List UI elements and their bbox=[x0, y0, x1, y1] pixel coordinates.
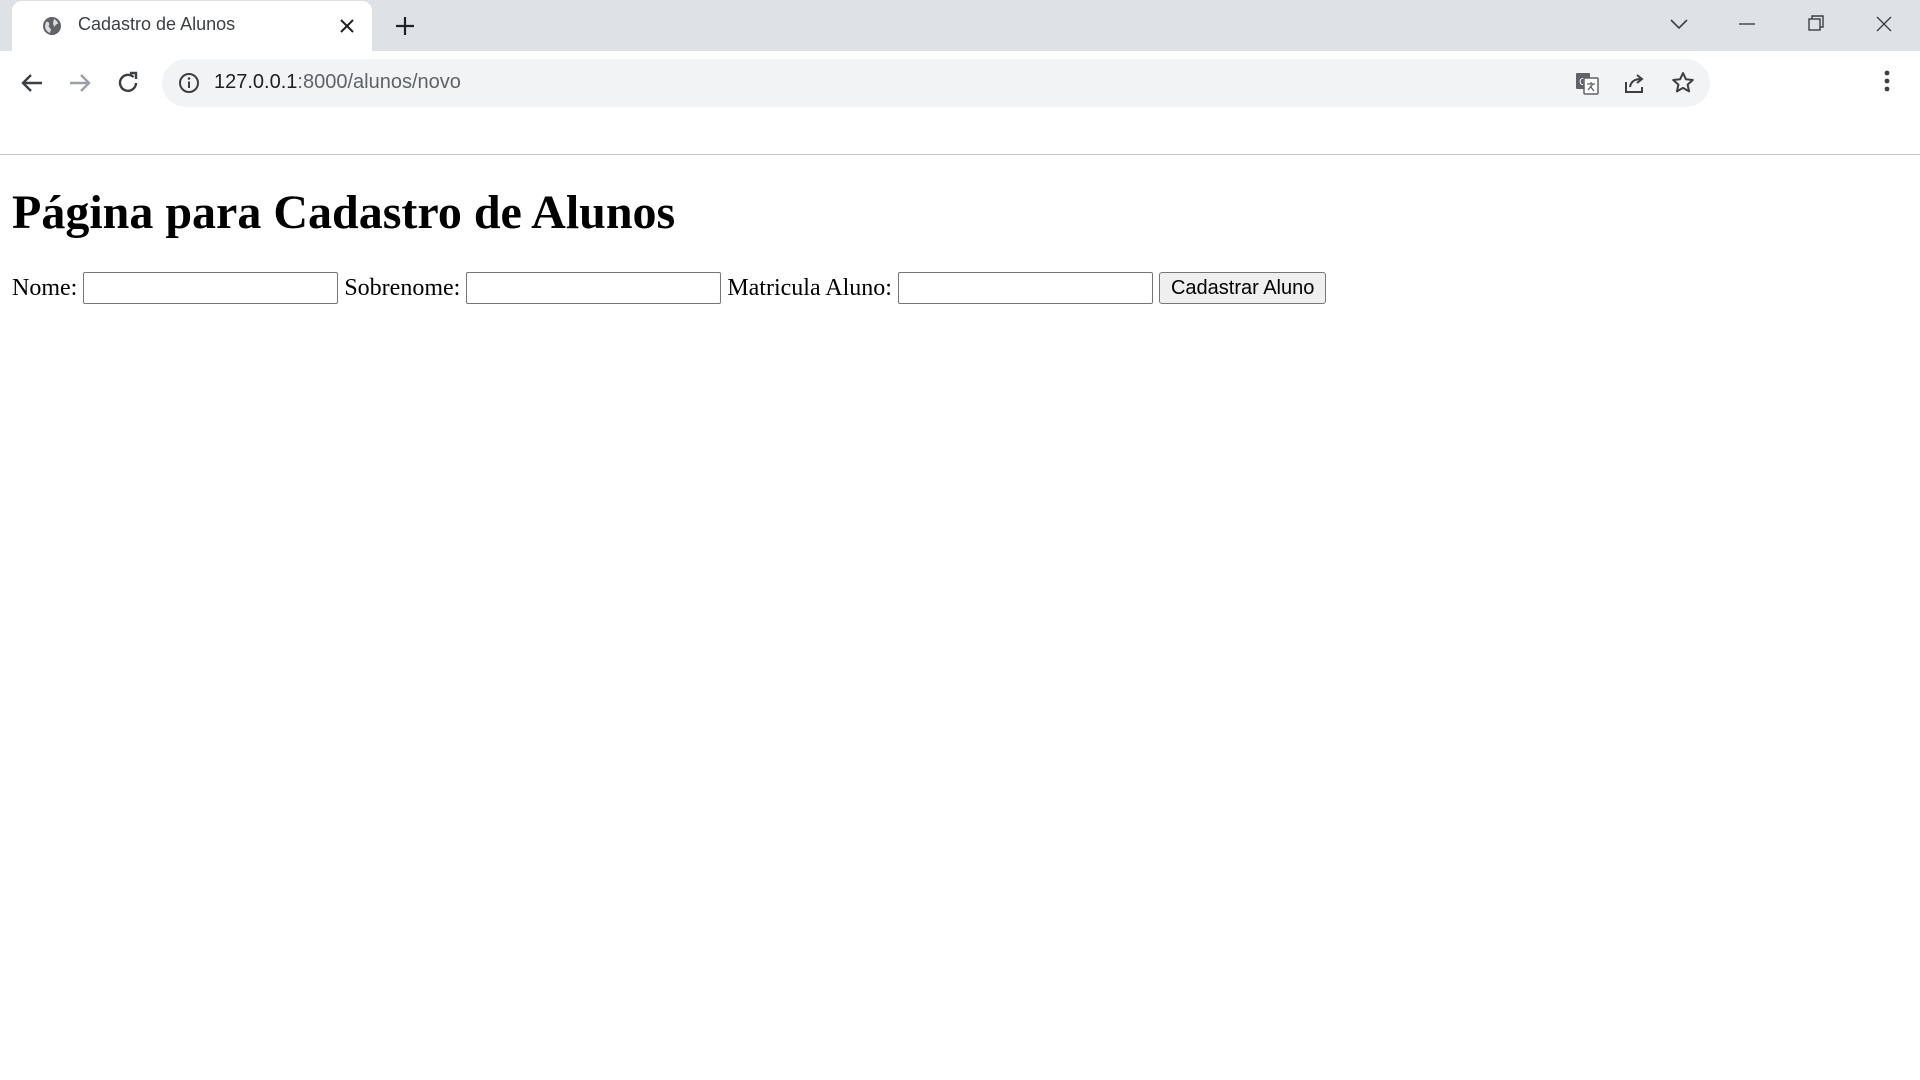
minimize-icon[interactable] bbox=[1733, 10, 1761, 38]
restore-icon[interactable] bbox=[1802, 10, 1830, 38]
nome-input[interactable] bbox=[83, 272, 339, 304]
student-form: Nome: Sobrenome: Matricula Aluno: Cadast… bbox=[12, 272, 1327, 304]
page-content: Página para Cadastro de Alunos Nome: Sob… bbox=[0, 155, 1920, 1080]
browser-tab[interactable]: Cadastro de Alunos bbox=[12, 1, 372, 51]
bookmark-star-icon[interactable] bbox=[1670, 70, 1696, 96]
tab-strip: Cadastro de Alunos bbox=[0, 0, 1920, 51]
back-arrow-icon[interactable] bbox=[12, 63, 52, 103]
address-bar[interactable]: 127.0.0.1:8000/alunos/novo G bbox=[162, 59, 1710, 107]
tab-title: Cadastro de Alunos bbox=[78, 14, 236, 34]
nome-label: Nome: bbox=[12, 274, 78, 301]
plus-icon[interactable] bbox=[393, 14, 417, 38]
cadastrar-aluno-button[interactable]: Cadastrar Aluno bbox=[1158, 272, 1327, 304]
url-path: :8000/alunos/novo bbox=[297, 71, 461, 93]
url-host: 127.0.0.1 bbox=[214, 71, 298, 93]
close-icon[interactable] bbox=[338, 17, 356, 35]
matricula-label: Matricula Aluno: bbox=[727, 274, 892, 301]
more-vertical-icon[interactable] bbox=[1872, 63, 1902, 103]
close-icon[interactable] bbox=[1870, 10, 1898, 38]
page-title: Página para Cadastro de Alunos bbox=[12, 186, 676, 239]
globe-icon bbox=[43, 17, 61, 35]
reload-icon[interactable] bbox=[108, 63, 148, 103]
sobrenome-input[interactable] bbox=[466, 272, 722, 304]
sobrenome-label: Sobrenome: bbox=[344, 274, 461, 301]
forward-arrow-icon[interactable] bbox=[60, 63, 100, 103]
url-text[interactable]: 127.0.0.1:8000/alunos/novo bbox=[214, 71, 461, 94]
translate-icon[interactable]: G bbox=[1574, 70, 1600, 96]
info-icon[interactable] bbox=[178, 72, 200, 94]
matricula-input[interactable] bbox=[897, 272, 1153, 304]
browser-toolbar: 127.0.0.1:8000/alunos/novo G bbox=[0, 51, 1920, 155]
share-icon[interactable] bbox=[1622, 70, 1648, 96]
tab-search-icon[interactable] bbox=[1665, 10, 1693, 38]
